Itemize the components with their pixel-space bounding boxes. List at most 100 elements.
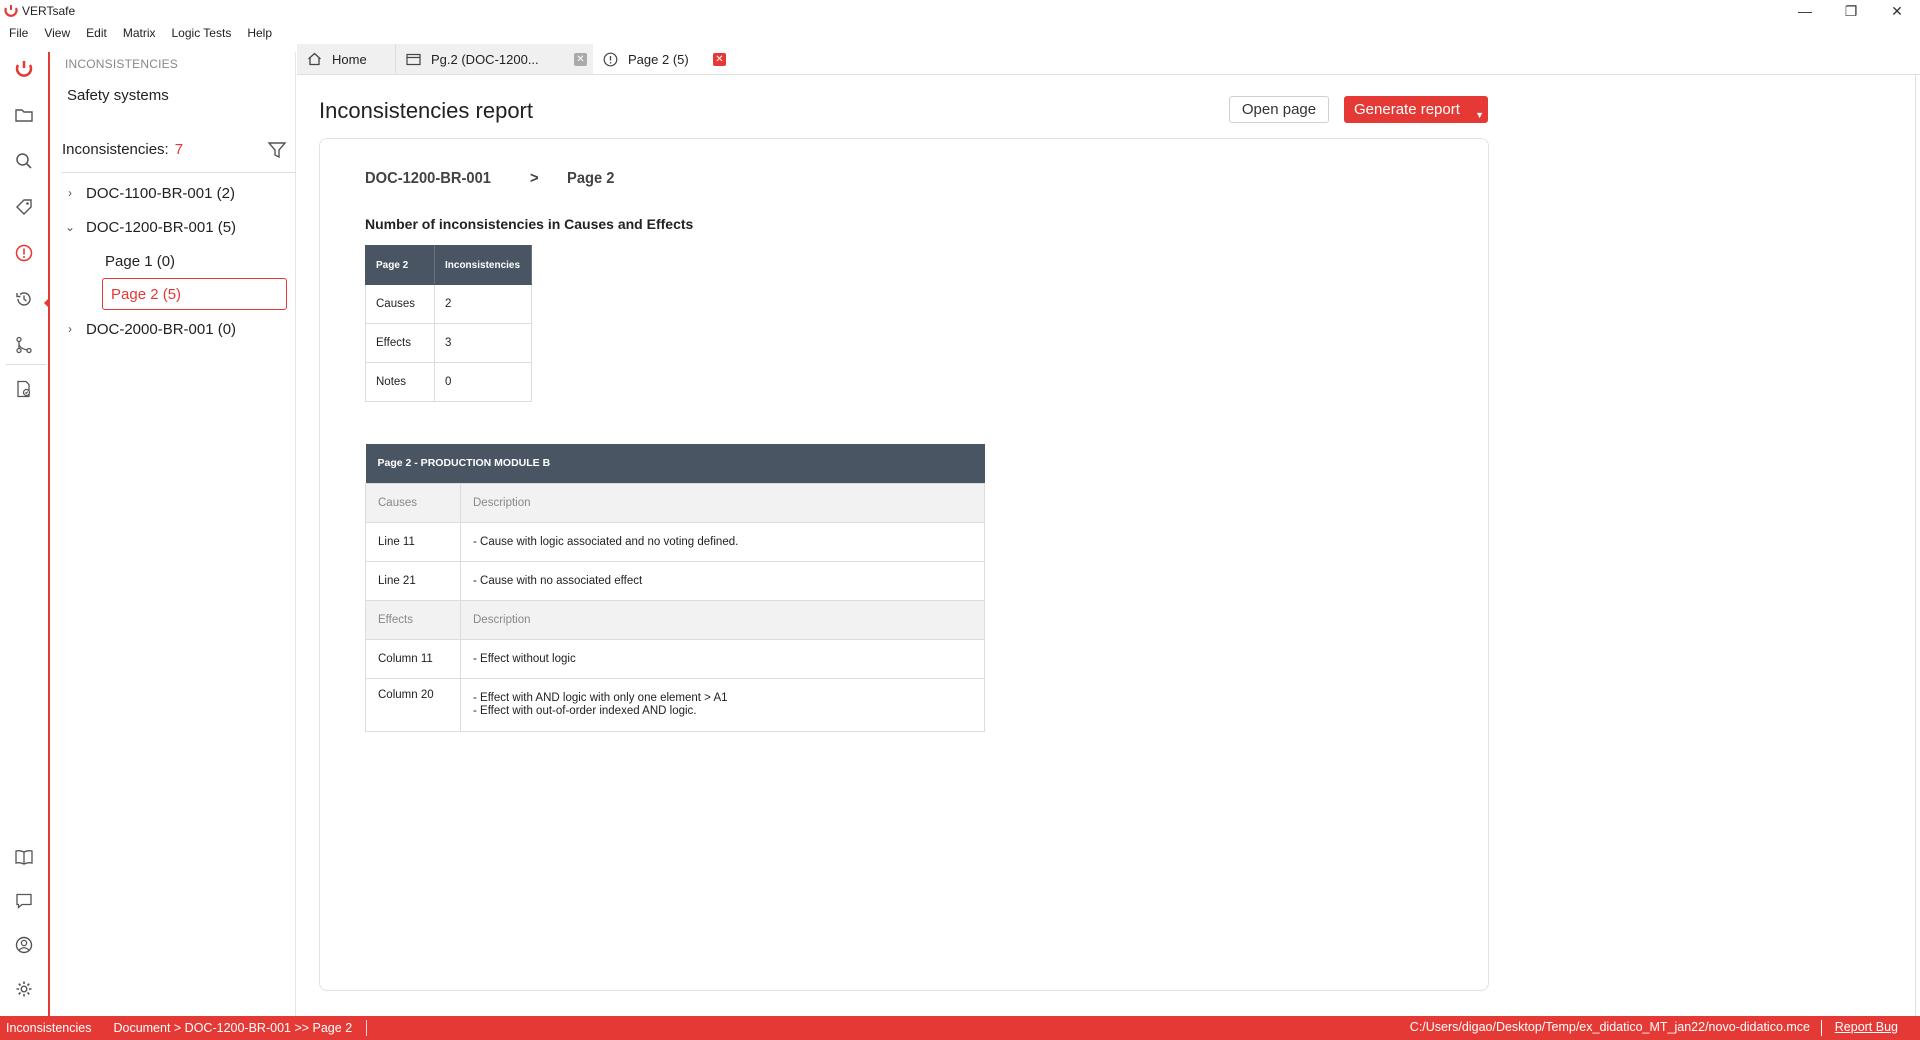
menu-matrix[interactable]: Matrix — [115, 26, 164, 40]
tree-item-label: DOC-2000-BR-001 (0) — [86, 320, 237, 338]
close-button[interactable]: ✕ — [1874, 0, 1920, 22]
table-cell: Effects — [365, 323, 435, 363]
table-subheader: Description — [460, 482, 985, 523]
table-cell: - Effect without logic — [460, 638, 985, 679]
table-cell: Notes — [365, 362, 435, 402]
tag-icon[interactable] — [13, 196, 35, 218]
generate-report-label: Generate report — [1354, 101, 1460, 118]
table-cell: - Cause with logic associated and no vot… — [460, 521, 985, 562]
table-subheader: Effects — [365, 599, 461, 640]
status-document: Document > DOC-1200-BR-001 >> Page 2 — [113, 1021, 353, 1035]
summary-heading: Number of inconsistencies in Causes and … — [365, 216, 694, 232]
home-icon — [307, 52, 322, 66]
tab-close-icon[interactable]: ✕ — [574, 53, 587, 66]
panel-right-border — [1915, 75, 1916, 1016]
restore-button[interactable]: ❐ — [1828, 0, 1874, 22]
table-row: Line 11 - Cause with logic associated an… — [365, 521, 985, 562]
settings-gear-icon[interactable] — [13, 978, 35, 1000]
folder-icon[interactable] — [13, 104, 35, 126]
sidebar-divider — [62, 172, 296, 173]
sidebar-section-title: INCONSISTENCIES — [65, 57, 179, 71]
table-cell: 0 — [434, 362, 532, 402]
alert-circle-icon — [603, 52, 618, 67]
table-cell: - Cause with no associated effect — [460, 560, 985, 601]
tree-item-label: Page 1 (0) — [105, 252, 176, 270]
menu-bar: File View Edit Matrix Logic Tests Help — [0, 22, 280, 44]
document-tab-icon — [406, 53, 421, 66]
menu-view[interactable]: View — [36, 26, 78, 40]
tab-bar: Home Pg.2 (DOC-1200... ✕ Page 2 (5) ✕ — [297, 44, 732, 74]
open-page-button[interactable]: Open page — [1229, 96, 1329, 123]
tree-item-doc-2000[interactable]: › DOC-2000-BR-001 (0) — [62, 314, 236, 344]
logic-tree-icon[interactable] — [13, 334, 35, 356]
filter-icon[interactable] — [267, 140, 287, 160]
minimize-button[interactable]: — — [1782, 0, 1828, 22]
menu-help[interactable]: Help — [239, 26, 280, 40]
count-value: 7 — [174, 141, 184, 158]
tree-item-doc-1200[interactable]: ⌄ DOC-1200-BR-001 (5) — [62, 212, 236, 242]
tree-item-page-1[interactable]: Page 1 (0) — [105, 246, 175, 276]
menu-file[interactable]: File — [0, 26, 36, 40]
tab-label: Home — [332, 51, 367, 67]
tab-page-document[interactable]: Pg.2 (DOC-1200... ✕ — [395, 44, 593, 74]
table-cell: Line 21 — [365, 560, 461, 601]
chevron-right-icon[interactable]: › — [62, 186, 78, 200]
report-bug-link[interactable]: Report Bug — [1835, 1020, 1898, 1034]
table-cell: Column 11 — [365, 638, 461, 679]
report-breadcrumb: DOC-1200-BR-001 > Page 2 — [365, 170, 619, 188]
vertsafe-home-icon[interactable] — [13, 58, 35, 80]
report-panel: Inconsistencies report Open page Generat… — [297, 75, 1920, 1016]
activity-bar — [0, 52, 50, 1016]
dropdown-caret-icon[interactable]: ▼ — [1475, 110, 1484, 120]
book-icon[interactable] — [13, 846, 35, 868]
status-file-path: C:/Users/digao/Desktop/Temp/ex_didatico_… — [1409, 1020, 1810, 1034]
table-cell: 2 — [434, 284, 532, 324]
inconsistencies-sidebar: INCONSISTENCIES Safety systems Inconsist… — [52, 52, 296, 1016]
project-name: Safety systems — [67, 87, 169, 104]
status-bar: Inconsistencies Document > DOC-1200-BR-0… — [0, 1016, 1920, 1040]
menu-edit[interactable]: Edit — [78, 26, 115, 40]
report-card: DOC-1200-BR-001 > Page 2 Number of incon… — [319, 138, 1489, 991]
summary-table: Page 2 Inconsistencies Causes 2 Effects … — [365, 245, 532, 402]
app-title: VERTsafe — [22, 4, 76, 18]
table-subheader: Causes — [365, 482, 461, 523]
chat-icon[interactable] — [13, 890, 35, 912]
tree-item-doc-1100[interactable]: › DOC-1100-BR-001 (2) — [62, 178, 235, 208]
detail-table-title: Page 2 - PRODUCTION MODULE B — [365, 444, 985, 483]
tab-label: Page 2 (5) — [628, 51, 689, 67]
table-row: Column 11 - Effect without logic — [365, 638, 985, 679]
status-mode: Inconsistencies — [6, 1021, 92, 1035]
table-row: Causes 2 — [365, 284, 532, 324]
tab-label: Pg.2 (DOC-1200... — [431, 51, 539, 67]
table-cell: 3 — [434, 323, 532, 363]
description-line: - Effect with AND logic with only one el… — [473, 691, 728, 704]
user-account-icon[interactable] — [13, 934, 35, 956]
table-header: Inconsistencies — [434, 245, 532, 285]
inconsistencies-alert-icon[interactable] — [13, 242, 35, 264]
description-line: - Effect with out-of-order indexed AND l… — [473, 704, 697, 717]
causes-header-row: Causes Description — [365, 482, 985, 523]
inconsistencies-count: Inconsistencies: 7 — [62, 141, 183, 158]
menu-logic-tests[interactable]: Logic Tests — [164, 26, 240, 40]
detail-table: Page 2 - PRODUCTION MODULE B Causes Desc… — [365, 444, 985, 732]
history-icon[interactable] — [13, 288, 35, 310]
report-file-icon[interactable] — [13, 378, 35, 400]
count-label: Inconsistencies: — [62, 141, 169, 158]
status-separator — [1821, 1020, 1822, 1036]
page-title: Inconsistencies report — [319, 98, 533, 123]
tree-item-page-2[interactable]: Page 2 (5) — [102, 278, 287, 310]
crumb-page: Page 2 — [567, 170, 615, 187]
chevron-down-icon[interactable]: ⌄ — [62, 220, 78, 234]
table-title-row: Page 2 - PRODUCTION MODULE B — [365, 444, 985, 483]
effects-header-row: Effects Description — [365, 599, 985, 640]
tab-close-icon[interactable]: ✕ — [713, 53, 726, 66]
table-cell: Line 11 — [365, 521, 461, 562]
table-cell: Causes — [365, 284, 435, 324]
generate-report-button[interactable]: Generate report ▼ — [1344, 96, 1488, 123]
tab-inconsistencies-page-2[interactable]: Page 2 (5) ✕ — [593, 44, 732, 74]
search-icon[interactable] — [13, 150, 35, 172]
chevron-right-icon[interactable]: › — [62, 322, 78, 336]
table-row: Line 21 - Cause with no associated effec… — [365, 560, 985, 601]
tab-home[interactable]: Home — [297, 44, 395, 74]
status-separator — [366, 1020, 368, 1036]
